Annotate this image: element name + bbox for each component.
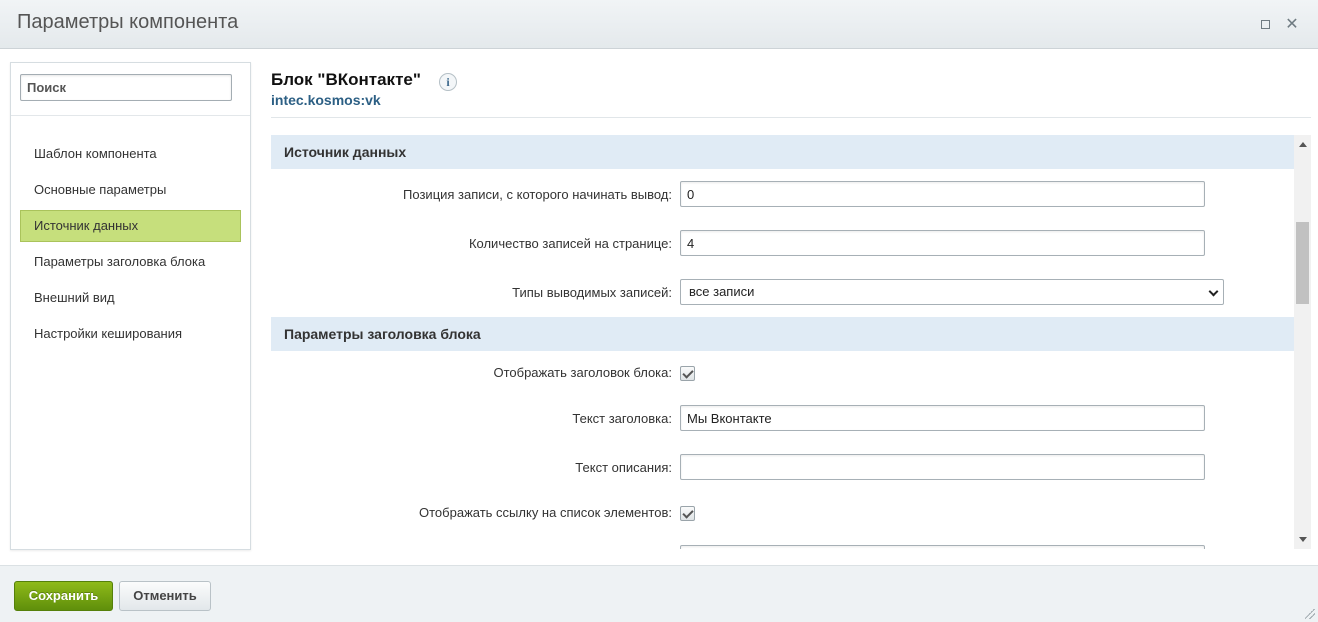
title-text-input[interactable] [680, 405, 1205, 431]
next-field-input[interactable] [680, 545, 1205, 549]
search-input[interactable] [20, 74, 232, 101]
scroll-up-icon[interactable] [1299, 142, 1307, 147]
info-icon[interactable]: i [439, 73, 457, 91]
component-title: Блок "ВКонтакте" [271, 70, 421, 89]
field-label-description-text: Текст описания: [575, 460, 672, 475]
chevron-down-icon [1208, 286, 1219, 297]
record-types-value: все записи [689, 284, 755, 299]
sidebar-item-main-params[interactable]: Основные параметры [20, 174, 241, 206]
sidebar-nav: Шаблон компонента Основные параметры Ист… [20, 138, 241, 354]
sidebar-divider [11, 115, 250, 116]
window-title: Параметры компонента [17, 11, 239, 33]
sidebar-item-caching[interactable]: Настройки кеширования [20, 318, 241, 350]
cancel-button[interactable]: Отменить [119, 581, 211, 611]
field-label-title-text: Текст заголовка: [572, 411, 672, 426]
section-header-data-source: Источник данных [271, 135, 1294, 169]
start-position-input[interactable] [680, 181, 1205, 207]
resize-grip-icon[interactable] [1305, 609, 1315, 619]
field-label-record-types: Типы выводимых записей: [512, 285, 672, 300]
sidebar: Шаблон компонента Основные параметры Ист… [10, 62, 251, 550]
section-header-block-title: Параметры заголовка блока [271, 317, 1294, 351]
sidebar-item-header-params[interactable]: Параметры заголовка блока [20, 246, 241, 278]
save-button[interactable]: Сохранить [14, 581, 113, 611]
component-code: intec.kosmos:vk [271, 92, 381, 108]
dialog-body: Шаблон компонента Основные параметры Ист… [0, 49, 1318, 565]
description-text-input[interactable] [680, 454, 1205, 480]
scroll-down-icon[interactable] [1299, 537, 1307, 542]
record-types-select[interactable]: все записи [680, 279, 1224, 305]
sidebar-item-data-source[interactable]: Источник данных [20, 210, 241, 242]
sidebar-item-template[interactable]: Шаблон компонента [20, 138, 241, 170]
field-label-show-title: Отображать заголовок блока: [493, 365, 672, 380]
params-scroll-area: Источник данных Позиция записи, с которо… [271, 135, 1311, 549]
field-label-items-per-page: Количество записей на странице: [468, 236, 672, 251]
field-label-show-list-link: Отображать ссылку на список элементов: [419, 505, 672, 520]
maximize-icon[interactable] [1256, 15, 1274, 33]
header-divider [271, 117, 1311, 118]
field-label-start-position: Позиция записи, с которого начинать выво… [403, 187, 672, 202]
content-panel: Блок "ВКонтакте" i intec.kosmos:vk Источ… [271, 49, 1311, 565]
window-titlebar: Параметры компонента ✕ [0, 0, 1318, 49]
sidebar-item-appearance[interactable]: Внешний вид [20, 282, 241, 314]
scroll-thumb[interactable] [1296, 222, 1309, 304]
items-per-page-input[interactable] [680, 230, 1205, 256]
show-title-checkbox[interactable] [680, 366, 695, 381]
show-list-link-checkbox[interactable] [680, 506, 695, 521]
close-icon[interactable]: ✕ [1283, 15, 1301, 33]
dialog-footer: Сохранить Отменить [0, 565, 1318, 622]
vertical-scrollbar[interactable] [1294, 135, 1311, 549]
